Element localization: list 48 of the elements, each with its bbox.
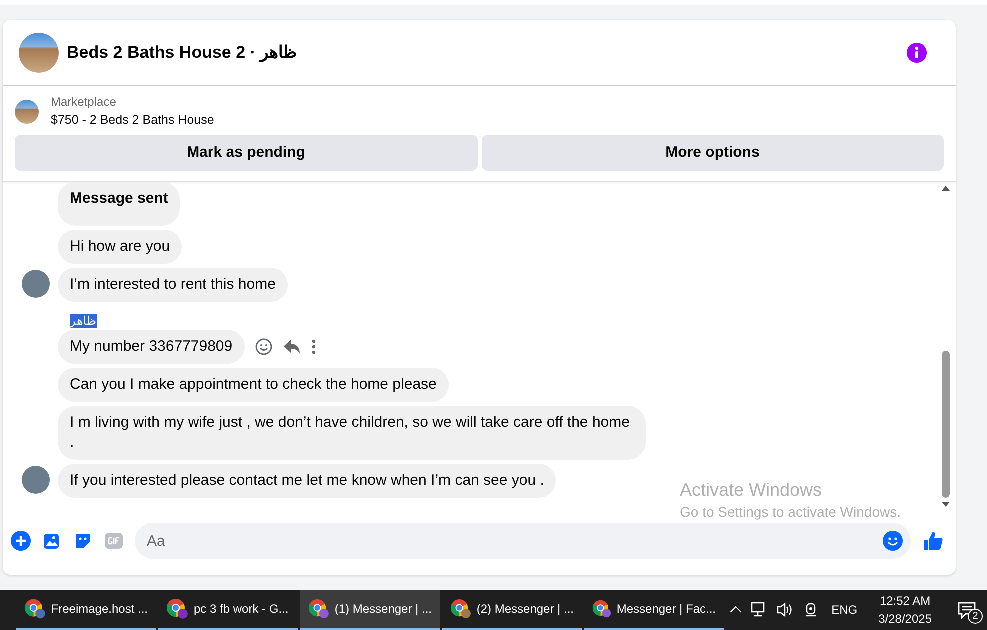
message-bubble: Hi how are you [58, 230, 182, 264]
message-status: Message sent [58, 182, 180, 226]
reply-icon[interactable] [282, 339, 301, 355]
activation-notice-title: Activate Windows [680, 479, 824, 502]
network-icon[interactable] [748, 602, 767, 618]
browser-icon [24, 598, 48, 620]
speaker-icon[interactable] [776, 602, 794, 618]
info-icon[interactable] [907, 42, 927, 62]
photo-icon[interactable] [42, 531, 62, 551]
thumbs-up-icon[interactable] [922, 530, 944, 552]
scroll-down-icon[interactable] [942, 502, 950, 507]
language-indicator[interactable]: ENG [832, 601, 858, 619]
activation-notice-detail: Go to Settings to activate Windows. [680, 503, 901, 522]
scroll-thumb[interactable] [942, 351, 950, 498]
browser-icon [308, 598, 331, 620]
browser-icon [166, 598, 190, 620]
message-bubble: I m living with my wife just , we don’t have children, so we will take care off the home . [58, 406, 646, 460]
emoji-icon[interactable] [883, 531, 903, 551]
message-bubble: If you interested please contact me let me know when I’m can see you . [58, 464, 556, 498]
sticker-icon[interactable] [73, 531, 93, 551]
taskbar-app[interactable]: (1) Messenger | ... [300, 590, 440, 630]
more-icon[interactable] [310, 339, 317, 355]
sender-name: ظاهر [70, 314, 97, 328]
emoji-icon[interactable] [254, 338, 273, 356]
taskbar-app[interactable]: pc 3 fb work - G... [158, 590, 298, 630]
house-photo [19, 32, 59, 72]
clock[interactable]: 12:52 AM 3/28/2025 [870, 592, 940, 628]
avatar[interactable] [22, 270, 50, 298]
taskbar-app[interactable]: Freeimage.host ... [16, 590, 156, 630]
action-button[interactable]: More options [482, 135, 944, 171]
listing-title[interactable]: $750 - 2 Beds 2 Baths House [51, 110, 214, 130]
listing-source: Marketplace [51, 94, 118, 110]
scroll-up-icon[interactable] [942, 186, 950, 191]
conversation-title: Beds 2 Baths House 2 · ظاهر [67, 42, 298, 64]
taskbar-app[interactable]: (2) Messenger | ... [442, 590, 582, 630]
message-bubble: I’m interested to rent this home [58, 268, 288, 302]
plus-icon[interactable] [11, 531, 31, 551]
listing-photo [15, 100, 39, 124]
browser-icon [592, 598, 613, 620]
notification-icon[interactable] [957, 600, 977, 620]
message-bubble: Can you I make appointment to check the home please [58, 368, 449, 402]
action-button[interactable]: Mark as pending [15, 135, 478, 171]
browser-icon [450, 598, 473, 620]
avatar[interactable] [22, 466, 50, 494]
message-input[interactable]: Aa [135, 523, 911, 559]
message-bubble: My number 3367779809 [58, 330, 245, 364]
taskbar-app[interactable]: Messenger | Fac... [584, 590, 724, 630]
notification-count: 2 [968, 609, 983, 624]
